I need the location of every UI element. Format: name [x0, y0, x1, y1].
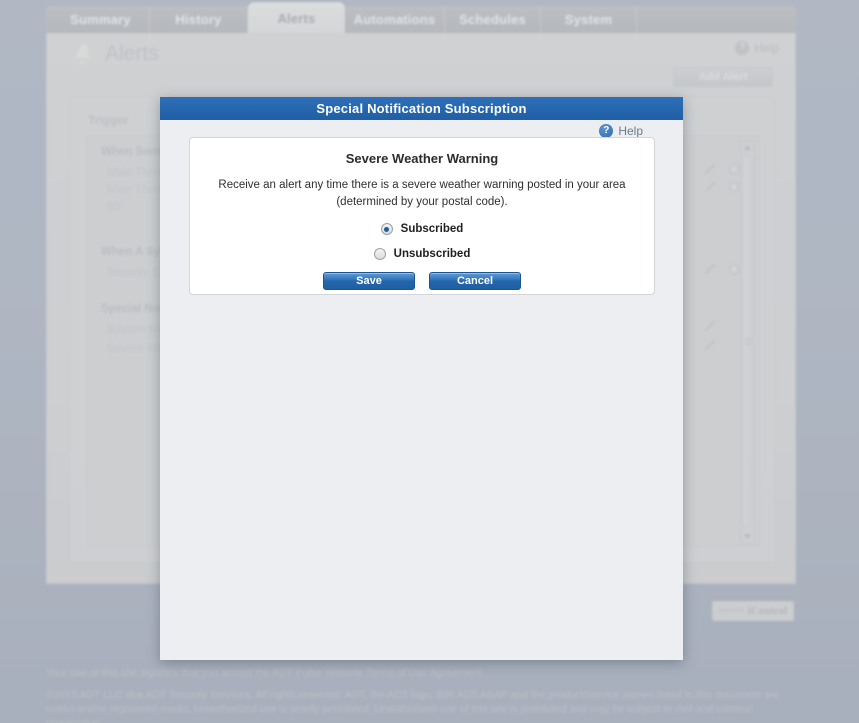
edit-icon[interactable]: [703, 262, 717, 276]
page-help-link[interactable]: ? Help: [735, 41, 779, 55]
subscription-panel: Severe Weather Warning Receive an alert …: [189, 137, 655, 295]
modal-button-row: Save Cancel: [190, 272, 654, 290]
delete-icon[interactable]: [727, 262, 741, 276]
edit-icon[interactable]: [703, 162, 717, 176]
question-mark-icon: ?: [599, 124, 614, 138]
bell-icon: [69, 41, 95, 67]
edit-icon[interactable]: [703, 338, 717, 352]
page-title: Alerts: [105, 42, 159, 65]
add-alert-button[interactable]: Add Alert: [673, 67, 773, 87]
panel-description: Receive an alert any time there is a sev…: [218, 179, 626, 208]
page-title-row: Alerts: [69, 41, 159, 67]
powered-by-label: powered by: [718, 608, 745, 614]
save-button[interactable]: Save: [323, 272, 415, 290]
terms-text[interactable]: Your use of this site signifies that you…: [46, 666, 806, 680]
radio-option-unsubscribed[interactable]: Unsubscribed: [190, 248, 654, 260]
icontrol-logo: powered by iControl: [712, 601, 794, 621]
tab-history[interactable]: History: [150, 6, 248, 33]
tab-schedules[interactable]: Schedules: [445, 6, 541, 33]
radio-option-subscribed[interactable]: Subscribed: [190, 223, 654, 235]
tab-alerts[interactable]: Alerts: [248, 2, 345, 33]
radio-subscribed-input[interactable]: [380, 223, 393, 235]
trigger-column-header: Trigger: [88, 113, 129, 127]
icontrol-name: iControl: [747, 605, 788, 617]
tab-automations[interactable]: Automations: [345, 6, 445, 33]
modal-help-label: Help: [618, 124, 643, 138]
tab-summary[interactable]: Summary: [52, 6, 150, 33]
radio-subscribed-label: Subscribed: [400, 223, 464, 235]
main-tab-bar: Summary History Alerts Automations Sched…: [46, 0, 796, 33]
list-item: 85°: [107, 201, 125, 213]
row-actions: [703, 162, 741, 176]
row-actions: [703, 262, 741, 276]
edit-icon[interactable]: [703, 319, 717, 333]
panel-heading: Severe Weather Warning: [345, 151, 499, 166]
chevron-up-icon[interactable]: [741, 141, 754, 154]
row-actions: [703, 319, 717, 333]
radio-unsubscribed-label: Unsubscribed: [393, 248, 471, 260]
row-actions: [703, 338, 717, 352]
scrollbar-thumb[interactable]: [742, 156, 753, 526]
row-actions: [703, 180, 741, 194]
tab-system[interactable]: System: [541, 6, 637, 33]
delete-icon[interactable]: [727, 162, 741, 176]
modal-title-bar: Special Notification Subscription: [160, 97, 683, 120]
grip-icon: [745, 338, 752, 345]
list-scrollbar[interactable]: [740, 140, 755, 544]
radio-unsubscribed-input[interactable]: [373, 248, 386, 260]
edit-icon[interactable]: [703, 180, 717, 194]
page-footer: Your use of this site signifies that you…: [46, 666, 806, 723]
cancel-button[interactable]: Cancel: [429, 272, 521, 290]
page-help-label: Help: [754, 41, 779, 55]
delete-icon[interactable]: [727, 180, 741, 194]
question-mark-icon: ?: [735, 41, 750, 55]
chevron-down-icon[interactable]: [741, 530, 754, 543]
copyright-text: ©2013 ADT LLC dba ADT Security Services.…: [46, 689, 780, 723]
special-notification-modal: Special Notification Subscription ? Help…: [160, 97, 683, 660]
